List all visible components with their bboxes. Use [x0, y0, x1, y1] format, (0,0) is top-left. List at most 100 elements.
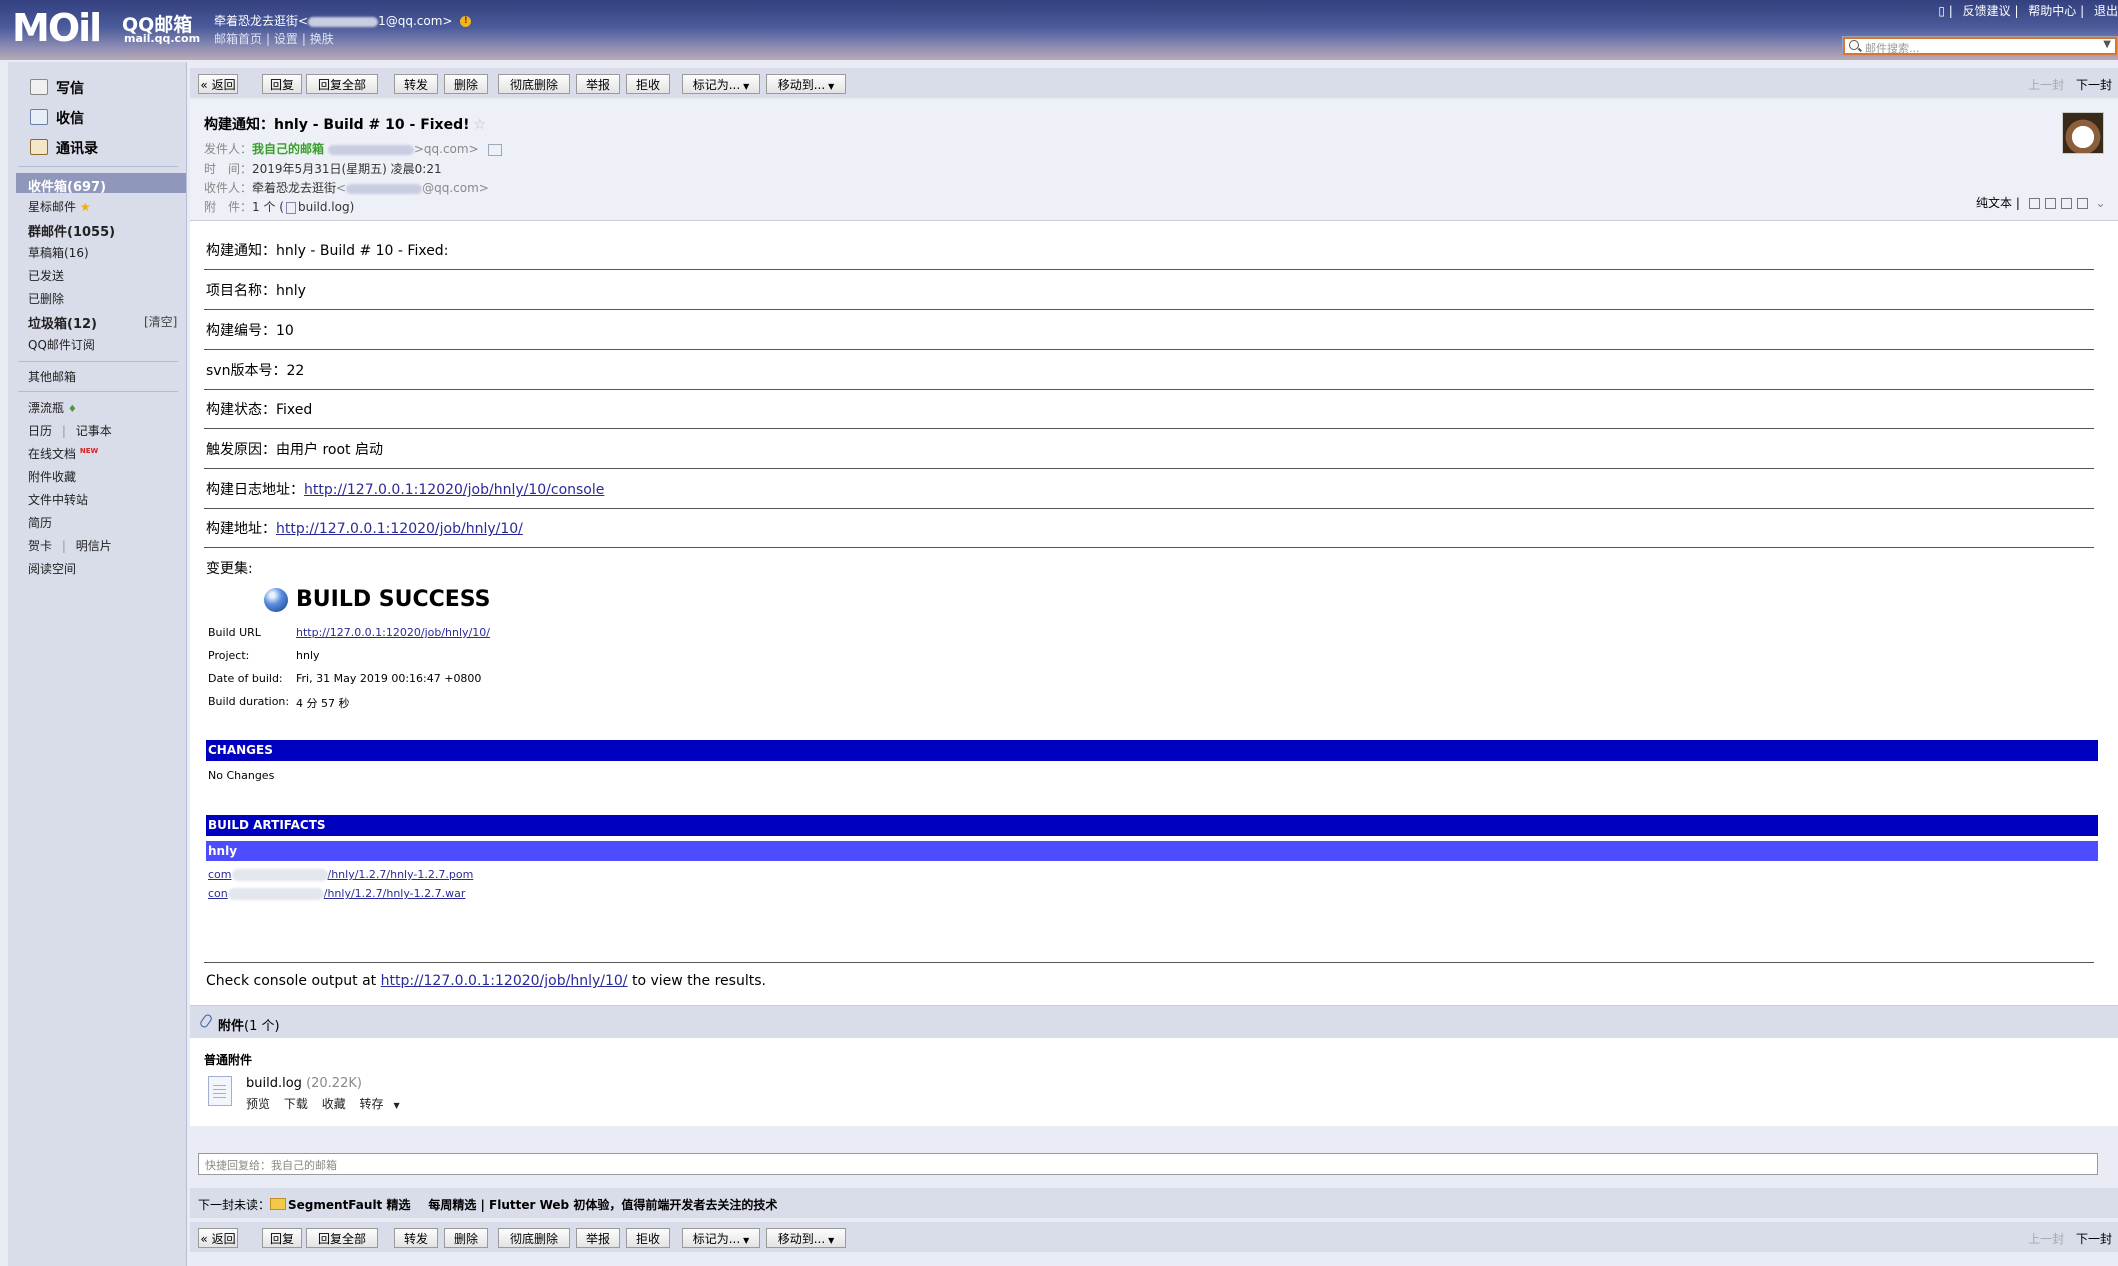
search-icon [1849, 40, 1859, 50]
artifact-prefix: con [208, 887, 228, 900]
reply-button[interactable]: 回复 [262, 74, 302, 94]
document-icon[interactable] [208, 1076, 232, 1106]
sidebar-item-file-transfer[interactable]: 文件中转站 [28, 491, 88, 508]
save-icon[interactable] [2060, 198, 2072, 209]
plain-text-link[interactable]: 纯文本 [1976, 196, 2012, 210]
mail-logo[interactable]: MOil [12, 6, 102, 50]
forward-button[interactable]: 转发 [394, 1228, 438, 1248]
mark-as-dropdown[interactable]: 标记为... ▼ [682, 1228, 760, 1248]
mail-home-link[interactable]: 邮箱首页 [214, 32, 262, 46]
prev-mail-link[interactable]: 上一封 [2028, 1232, 2064, 1246]
attachment-file-link[interactable]: build.log [298, 200, 350, 214]
greeting-card-link[interactable]: 贺卡 [28, 539, 52, 553]
warning-icon[interactable]: ! [460, 16, 472, 27]
next-mail-link[interactable]: 下一封 [2076, 1232, 2112, 1246]
contacts-button[interactable]: 通讯录 [30, 138, 98, 158]
user-info: 牵着恐龙去逛街< 1@qq.com> ! [214, 12, 472, 29]
sidebar-item-deleted[interactable]: 已删除 [28, 290, 64, 307]
sidebar-item-starred[interactable]: 星标邮件 ★ [28, 198, 91, 215]
attachment-file[interactable]: build.log (20.22K) [246, 1076, 362, 1091]
clear-spam-link[interactable]: [清空] [144, 313, 177, 330]
attachment-close-paren: ) [349, 200, 355, 214]
move-to-dropdown[interactable]: 移动到... ▼ [766, 74, 846, 94]
next-mail-link[interactable]: 下一封 [2076, 78, 2112, 92]
search-dropdown-icon[interactable]: ▼ [2103, 39, 2111, 50]
reject-button[interactable]: 拒收 [626, 1228, 670, 1248]
star-icon[interactable]: ☆ [474, 117, 487, 133]
detail-build-url[interactable]: http://127.0.0.1:12020/job/hnly/10/ [296, 626, 490, 639]
sidebar-item-sent[interactable]: 已发送 [28, 267, 64, 284]
skin-link[interactable]: 换肤 [310, 32, 334, 46]
sidebar-item-spam[interactable]: 垃圾箱(12) [28, 313, 97, 332]
compose-button[interactable]: 写信 [30, 78, 84, 98]
back-button[interactable]: « 返回 [198, 1228, 238, 1248]
phone-icon[interactable]: ▯ [1938, 4, 1945, 18]
sidebar-item-drift-bottle[interactable]: 漂流瓶 ♦ [28, 399, 77, 416]
build-url-link[interactable]: http://127.0.0.1:12020/job/hnly/10/ [276, 521, 523, 537]
mail-search-input[interactable]: 邮件搜索... ▼ [1842, 36, 2118, 56]
receive-button[interactable]: 收信 [30, 108, 84, 128]
favorite-link[interactable]: 收藏 [322, 1097, 346, 1111]
star-icon: ★ [79, 200, 91, 214]
sidebar-item-resume[interactable]: 简历 [28, 514, 52, 531]
delete-button[interactable]: 删除 [444, 1228, 488, 1248]
to-email-suffix: @qq.com> [422, 181, 489, 195]
to-email-open: < [336, 181, 347, 195]
body-line: 构建编号：10 [206, 323, 294, 339]
log-url-link[interactable]: http://127.0.0.1:12020/job/hnly/10/conso… [304, 482, 604, 498]
sidebar-item-group-mail[interactable]: 群邮件(1055) [28, 221, 115, 240]
from-name[interactable]: 我自己的邮箱 [252, 142, 324, 156]
move-to-dropdown[interactable]: 移动到... ▼ [766, 1228, 846, 1248]
help-link[interactable]: 帮助中心 [2028, 4, 2076, 18]
settings-link[interactable]: 设置 [274, 32, 298, 46]
reply-all-button[interactable]: 回复全部 [306, 1228, 378, 1248]
divider [18, 391, 178, 392]
top-bar: MOil QQ邮箱 mail.qq.com 牵着恐龙去逛街< 1@qq.com> … [0, 0, 2118, 60]
sidebar-item-attachment-favorites[interactable]: 附件收藏 [28, 468, 76, 485]
postcard-link[interactable]: 明信片 [76, 539, 112, 553]
print-preview-icon[interactable] [2044, 198, 2056, 209]
sidebar-item-reading-space[interactable]: 阅读空间 [28, 560, 76, 577]
build-status-title: BUILD SUCCESS [296, 587, 491, 612]
forward-button[interactable]: 转发 [394, 74, 438, 94]
download-link[interactable]: 下载 [284, 1097, 308, 1111]
notebook-link[interactable]: 记事本 [76, 424, 112, 438]
delete-permanently-button[interactable]: 彻底删除 [498, 74, 570, 94]
console-url-link[interactable]: http://127.0.0.1:12020/job/hnly/10/ [381, 973, 628, 989]
from-row: 发件人：我自己的邮箱 >qq.com> [204, 140, 503, 157]
prev-mail-link[interactable]: 上一封 [2028, 78, 2064, 92]
save-to-link[interactable]: 转存 ▼ [360, 1097, 410, 1111]
report-button[interactable]: 举报 [576, 74, 620, 94]
logout-link[interactable]: 退出 [2094, 4, 2118, 18]
report-button[interactable]: 举报 [576, 1228, 620, 1248]
detail-build-url-link[interactable]: http://127.0.0.1:12020/job/hnly/10/ [296, 626, 490, 639]
preview-link[interactable]: 预览 [246, 1097, 270, 1111]
artifact-link-war[interactable]: con/hnly/1.2.7/hnly-1.2.7.war [208, 887, 465, 900]
reject-button[interactable]: 拒收 [626, 74, 670, 94]
reply-button[interactable]: 回复 [262, 1228, 302, 1248]
to-name[interactable]: 牵着恐龙去逛街 [252, 181, 336, 195]
chevron-down-icon: ▼ [743, 82, 750, 91]
feedback-link[interactable]: 反馈建议 [1963, 4, 2011, 18]
sidebar-item-inbox[interactable]: 收件箱(697) [16, 173, 186, 195]
next-unread[interactable]: 下一封未读： SegmentFault 精选 每周精选 | Flutter Web… [198, 1196, 777, 1213]
back-button[interactable]: « 返回 [198, 74, 238, 94]
sidebar-item-drafts[interactable]: 草稿箱(16) [28, 244, 89, 261]
contact-card-icon[interactable] [488, 143, 503, 156]
delete-button[interactable]: 删除 [444, 74, 488, 94]
chevron-down-icon[interactable]: ⌄ [2096, 196, 2106, 210]
quick-reply-input[interactable]: 快捷回复给：我自己的邮箱 [198, 1153, 2098, 1175]
artifact-link-pom[interactable]: com/hnly/1.2.7/hnly-1.2.7.pom [208, 868, 473, 881]
delete-permanently-button[interactable]: 彻底删除 [498, 1228, 570, 1248]
user-links: 邮箱首页 | 设置 | 换肤 [214, 32, 334, 46]
print-icon[interactable] [2076, 198, 2088, 209]
calendar-link[interactable]: 日历 [28, 424, 52, 438]
next-unread-subject: 每周精选 | Flutter Web 初体验，值得前端开发者去关注的技术 [428, 1198, 778, 1212]
sender-avatar[interactable] [2062, 112, 2104, 154]
mark-as-dropdown[interactable]: 标记为... ▼ [682, 74, 760, 94]
reply-all-button[interactable]: 回复全部 [306, 74, 378, 94]
sidebar-item-online-docs[interactable]: 在线文档 NEW [28, 445, 98, 462]
sidebar-item-other-mailbox[interactable]: 其他邮箱 [28, 368, 76, 385]
new-window-icon[interactable] [2028, 198, 2040, 209]
sidebar-item-subscriptions[interactable]: QQ邮件订阅 [28, 336, 95, 353]
